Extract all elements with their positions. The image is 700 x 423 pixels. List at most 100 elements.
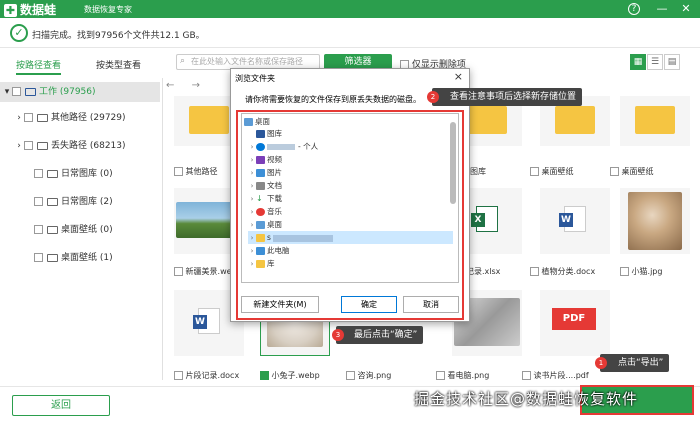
folder-icon: [37, 141, 48, 150]
watermark: 掘金技术社区@数据蛙恢复软件: [414, 390, 639, 408]
file-label: 记录.xlsx: [466, 267, 501, 276]
checkbox[interactable]: [34, 253, 43, 262]
tab-by-path[interactable]: 按路径查看: [16, 57, 62, 75]
cat-thumbnail: [628, 192, 682, 250]
app-logo: ✚ 数据蛙: [4, 1, 56, 18]
tree-item-wallpaper-1[interactable]: 桌面壁纸 (1): [0, 248, 160, 268]
file-label: 桌面壁纸: [610, 166, 654, 177]
dialog-instruction: 请你将需要恢复的文件保存到原丢失数据的磁盘。: [245, 95, 421, 104]
folder-icon: [47, 197, 58, 206]
tree-item-label: 其他路径 (29729): [51, 113, 126, 123]
step-badge: 1: [595, 357, 607, 369]
folder-icon: [47, 225, 58, 234]
step-badge: 2: [427, 91, 439, 103]
checkbox[interactable]: [522, 371, 531, 380]
tree-item-work[interactable]: ▾ 工作 (97956): [0, 82, 160, 102]
step-badge: 3: [332, 329, 344, 341]
dialog-title: 浏览文件夹: [235, 74, 275, 83]
file-label: 咨询.png: [346, 370, 391, 381]
close-icon[interactable]: ×: [454, 70, 463, 83]
folder-icon: [189, 106, 229, 134]
checkbox-checked[interactable]: [260, 371, 269, 380]
scan-status-bar: ✓ 扫描完成。找到97956个文件共12.1 GB。: [0, 18, 700, 48]
tree-item-label: 日常图库 (0): [61, 169, 113, 179]
back-arrow-icon[interactable]: ←: [166, 80, 174, 91]
checkbox[interactable]: [174, 267, 183, 276]
tree-item-other-path[interactable]: › 其他路径 (29729): [0, 108, 160, 128]
tree-item-label: 桌面壁纸 (1): [61, 253, 113, 263]
tree-item-label: 丢失路径 (68213): [51, 141, 126, 151]
chevron-down-icon[interactable]: ▾: [2, 82, 12, 102]
file-tile[interactable]: W: [540, 188, 610, 254]
checkbox[interactable]: [620, 267, 629, 276]
file-label: 看电脑.png: [436, 370, 489, 381]
folder-icon: [555, 106, 595, 134]
folder-icon: [467, 106, 507, 134]
file-tile[interactable]: PDF: [540, 290, 610, 356]
help-icon[interactable]: ?: [628, 3, 640, 15]
checkbox[interactable]: [34, 169, 43, 178]
tree-item-wallpaper-0[interactable]: 桌面壁纸 (0): [0, 220, 160, 240]
highlight-frame: [236, 110, 464, 320]
file-label: 小兔子.webp: [260, 370, 320, 381]
list-view-icon[interactable]: ☰: [647, 54, 663, 70]
app-subtitle: 数据恢复专家: [84, 5, 132, 14]
checkbox[interactable]: [34, 225, 43, 234]
checkbox[interactable]: [530, 267, 539, 276]
folder-icon: [635, 106, 675, 134]
callout-step-2: 查看注意事项后选择新存储位置: [432, 88, 583, 106]
grid-view-icon[interactable]: ▦: [630, 54, 646, 70]
tree-item-label: 桌面壁纸 (0): [61, 225, 113, 235]
pdf-icon: PDF: [552, 308, 596, 330]
file-label: 其他路径: [174, 166, 218, 177]
check-circle-icon: ✓: [10, 24, 28, 42]
tab-by-type[interactable]: 按类型查看: [96, 57, 141, 75]
chevron-right-icon[interactable]: ›: [14, 108, 24, 128]
tree-item-gallery-2[interactable]: 日常图库 (2): [0, 192, 160, 212]
checkbox[interactable]: [24, 113, 33, 122]
folder-icon: [37, 113, 48, 122]
checkbox[interactable]: [610, 167, 619, 176]
file-label: 片段记录.docx: [174, 370, 239, 381]
close-icon[interactable]: ✕: [678, 1, 694, 17]
tree-item-lost-path[interactable]: › 丢失路径 (68213): [0, 136, 160, 156]
file-tile[interactable]: [620, 188, 690, 254]
tree-item-label: 工作 (97956): [39, 87, 96, 97]
checkbox[interactable]: [34, 197, 43, 206]
excel-icon: X: [471, 206, 498, 232]
drive-icon: [25, 87, 36, 96]
minimize-icon[interactable]: —: [654, 1, 670, 17]
file-label: 桌面壁纸: [530, 166, 574, 177]
callout-step-1: 点击“导出”: [600, 354, 670, 372]
callout-step-3: 最后点击“确定”: [336, 326, 424, 344]
checkbox[interactable]: [174, 167, 183, 176]
title-bar: ✚ 数据蛙 数据恢复专家 ? — ✕: [0, 0, 700, 18]
path-tree: ▾ 工作 (97956) › 其他路径 (29729) › 丢失路径 (68213) …: [0, 80, 160, 380]
chevron-right-icon[interactable]: ›: [14, 136, 24, 156]
word-icon: W: [559, 206, 586, 232]
folder-icon: [47, 169, 58, 178]
scan-status-text: 扫描完成。找到97956个文件共12.1 GB。: [32, 31, 205, 41]
checkbox[interactable]: [24, 141, 33, 150]
word-icon: W: [193, 308, 220, 334]
checkbox[interactable]: [346, 371, 355, 380]
checkbox[interactable]: [12, 87, 21, 96]
sidebar-divider: [162, 78, 163, 380]
tree-item-label: 日常图库 (2): [61, 197, 113, 207]
checkbox[interactable]: [174, 371, 183, 380]
folder-icon: [47, 253, 58, 262]
tree-item-gallery-0[interactable]: 日常图库 (0): [0, 164, 160, 184]
checkbox[interactable]: [436, 371, 445, 380]
checkbox[interactable]: [530, 167, 539, 176]
app-name: 数据蛙: [20, 3, 57, 17]
file-label: 植物分类.docx: [530, 266, 595, 277]
back-button[interactable]: 返回: [12, 395, 110, 416]
forward-arrow-icon[interactable]: →: [192, 80, 200, 91]
detail-view-icon[interactable]: ▤: [664, 54, 680, 70]
file-tile[interactable]: [620, 96, 690, 146]
view-tabs: 按路径查看 按类型查看: [0, 57, 160, 77]
file-label: 小猫.jpg: [620, 266, 662, 277]
plus-icon: ✚: [4, 4, 17, 17]
file-label: 读书片段....pdf: [522, 370, 589, 381]
view-mode-switch: ▦ ☰ ▤: [630, 54, 681, 70]
